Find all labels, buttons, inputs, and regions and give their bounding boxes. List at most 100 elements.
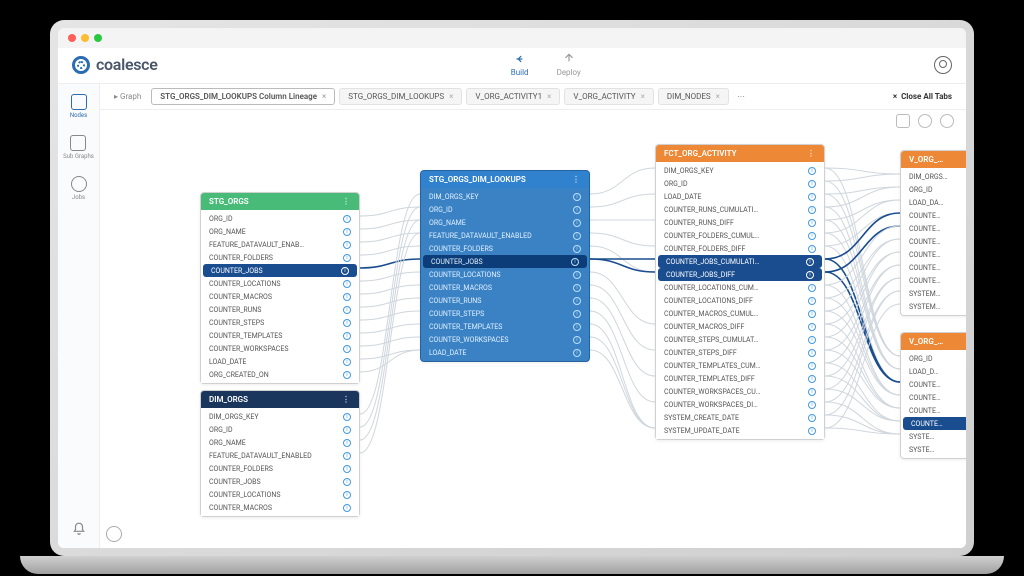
lineage-node[interactable]: V_ORG_…⋮ORG_IDiLOAD_D…iCOUNTE…iCOUNTE…iC… bbox=[900, 332, 966, 459]
tab-lookups[interactable]: STG_ORGS_DIM_LOOKUPS× bbox=[339, 88, 462, 105]
column-row[interactable]: SYSTE…i bbox=[901, 430, 966, 443]
column-row[interactable]: COUNTER_STEPSi bbox=[421, 307, 589, 320]
column-row[interactable]: COUNTE…i bbox=[901, 235, 966, 248]
column-row[interactable]: COUNTER_LOCATIONSi bbox=[201, 488, 359, 501]
column-row[interactable]: COUNTE…i bbox=[901, 248, 966, 261]
column-row[interactable]: COUNTER_MACROS_CUMUL…i bbox=[656, 307, 824, 320]
column-row[interactable]: COUNTE…i bbox=[901, 222, 966, 235]
close-dot[interactable] bbox=[68, 34, 76, 42]
column-row[interactable]: COUNTER_RUNSi bbox=[421, 294, 589, 307]
column-row[interactable]: COUNTER_JOBSi bbox=[203, 264, 357, 277]
nav-deploy[interactable]: Deploy bbox=[557, 52, 581, 77]
user-avatar[interactable] bbox=[934, 56, 952, 74]
node-header[interactable]: V_ORG_…⋮ bbox=[901, 151, 966, 168]
column-row[interactable]: DIM_ORGS_KEYi bbox=[656, 164, 824, 177]
column-row[interactable]: FEATURE_DATAVAULT_ENABLEDi bbox=[421, 229, 589, 242]
column-row[interactable]: COUNTER_STEPSi bbox=[201, 316, 359, 329]
column-row[interactable]: ORG_IDi bbox=[901, 183, 966, 196]
nav-build[interactable]: Build bbox=[511, 52, 529, 77]
column-row[interactable]: ORG_NAMEi bbox=[201, 436, 359, 449]
column-row[interactable]: COUNTER_MACROSi bbox=[421, 281, 589, 294]
close-icon[interactable]: × bbox=[641, 92, 645, 101]
sidebar-nodes[interactable]: Nodes bbox=[70, 94, 87, 119]
column-row[interactable]: COUNTER_TEMPLATESi bbox=[421, 320, 589, 333]
column-row[interactable]: ORG_NAMEi bbox=[201, 225, 359, 238]
column-row[interactable]: COUNTE…i bbox=[903, 417, 966, 430]
fullscreen-dot[interactable] bbox=[94, 34, 102, 42]
column-row[interactable]: ORG_NAMEi bbox=[421, 216, 589, 229]
close-all-tabs[interactable]: × Close All Tabs bbox=[887, 89, 958, 104]
close-icon[interactable]: × bbox=[547, 92, 551, 101]
node-header[interactable]: FCT_ORG_ACTIVITY⋮ bbox=[656, 145, 824, 162]
lineage-node[interactable]: DIM_ORGS⋮ DIM_ORGS_KEYiORG_IDiORG_NAMEiFE… bbox=[200, 390, 360, 517]
minimize-dot[interactable] bbox=[81, 34, 89, 42]
sidebar-jobs[interactable]: Jobs bbox=[71, 176, 87, 201]
column-row[interactable]: LOAD_DATEi bbox=[656, 190, 824, 203]
column-row[interactable]: COUNTER_JOBS_CUMULATI…i bbox=[658, 255, 822, 268]
column-row[interactable]: LOAD_D…i bbox=[901, 365, 966, 378]
column-row[interactable]: FEATURE_DATAVAULT_ENABLEDi bbox=[201, 449, 359, 462]
lineage-node[interactable]: STG_ORGS_DIM_LOOKUPS⋮ DIM_ORGS_KEYiORG_ID… bbox=[420, 170, 590, 362]
column-row[interactable]: LOAD_DATEi bbox=[421, 346, 589, 359]
column-row[interactable]: COUNTER_MACROS_DIFFi bbox=[656, 320, 824, 333]
window-controls[interactable] bbox=[58, 28, 966, 48]
close-icon[interactable]: × bbox=[716, 92, 720, 101]
column-row[interactable]: SYSTEM…i bbox=[901, 300, 966, 313]
column-row[interactable]: COUNTER_LOCATIONS_CUM…i bbox=[656, 281, 824, 294]
lineage-node[interactable]: FCT_ORG_ACTIVITY⋮ DIM_ORGS_KEYiORG_IDiLOA… bbox=[655, 144, 825, 440]
column-row[interactable]: COUNTER_LOCATIONSi bbox=[421, 268, 589, 281]
column-row[interactable]: COUNTE…i bbox=[901, 404, 966, 417]
brand[interactable]: coalesce bbox=[72, 55, 158, 74]
close-icon[interactable]: × bbox=[322, 92, 326, 101]
column-row[interactable]: ORG_CREATED_ONi bbox=[201, 368, 359, 381]
column-row[interactable]: COUNTER_FOLDERS_CUMUL…i bbox=[656, 229, 824, 242]
column-row[interactable]: COUNTE…i bbox=[901, 261, 966, 274]
column-row[interactable]: COUNTER_STEPS_DIFFi bbox=[656, 346, 824, 359]
tab-lineage[interactable]: STG_ORGS_DIM_LOOKUPS Column Lineage× bbox=[151, 88, 335, 105]
column-row[interactable]: COUNTER_WORKSPACES_CU…i bbox=[656, 385, 824, 398]
lineage-node[interactable]: V_ORG_…⋮DIM_ORGS…iORG_IDiLOAD_DA…iCOUNTE… bbox=[900, 150, 966, 316]
column-row[interactable]: SYSTEM_CREATE_DATEi bbox=[656, 411, 824, 424]
column-row[interactable]: COUNTER_MACROSi bbox=[201, 501, 359, 514]
column-row[interactable]: ORG_IDi bbox=[201, 212, 359, 225]
column-row[interactable]: COUNTER_STEPS_CUMULAT…i bbox=[656, 333, 824, 346]
column-row[interactable]: COUNTE…i bbox=[901, 209, 966, 222]
column-row[interactable]: COUNTER_JOBSi bbox=[201, 475, 359, 488]
column-row[interactable]: COUNTER_MACROSi bbox=[201, 290, 359, 303]
column-row[interactable]: ORG_IDi bbox=[421, 203, 589, 216]
zoom-in-button[interactable] bbox=[918, 114, 932, 128]
column-row[interactable]: COUNTER_FOLDERSi bbox=[201, 462, 359, 475]
column-row[interactable]: COUNTER_FOLDERS_DIFFi bbox=[656, 242, 824, 255]
node-header[interactable]: DIM_ORGS⋮ bbox=[201, 391, 359, 408]
column-row[interactable]: COUNTER_JOBS_DIFFi bbox=[658, 268, 822, 281]
column-row[interactable]: SYSTEM…i bbox=[901, 287, 966, 300]
column-row[interactable]: COUNTER_LOCATIONSi bbox=[201, 277, 359, 290]
column-row[interactable]: COUNTER_RUNS_DIFFi bbox=[656, 216, 824, 229]
column-row[interactable]: COUNTER_TEMPLATESi bbox=[201, 329, 359, 342]
tabs-more[interactable]: ⋯ bbox=[733, 89, 749, 104]
column-row[interactable]: DIM_ORGS_KEYi bbox=[201, 410, 359, 423]
column-row[interactable]: DIM_ORGS_KEYi bbox=[421, 190, 589, 203]
column-row[interactable]: COUNTER_WORKSPACESi bbox=[201, 342, 359, 355]
column-row[interactable]: COUNTER_FOLDERSi bbox=[201, 251, 359, 264]
column-row[interactable]: COUNTE…i bbox=[901, 378, 966, 391]
zoom-fit-button[interactable] bbox=[896, 114, 910, 128]
zoom-out-button[interactable] bbox=[940, 114, 954, 128]
column-row[interactable]: COUNTER_FOLDERSi bbox=[421, 242, 589, 255]
column-row[interactable]: COUNTER_WORKSPACES_DI…i bbox=[656, 398, 824, 411]
canvas-compass[interactable] bbox=[106, 526, 122, 542]
column-row[interactable]: ORG_IDi bbox=[201, 423, 359, 436]
sidebar-subgraphs[interactable]: Sub Graphs bbox=[63, 135, 94, 160]
column-row[interactable]: COUNTER_LOCATIONS_DIFFi bbox=[656, 294, 824, 307]
column-row[interactable]: LOAD_DATEi bbox=[201, 355, 359, 368]
column-row[interactable]: SYSTE…i bbox=[901, 443, 966, 456]
column-row[interactable]: COUNTER_JOBSi bbox=[423, 255, 587, 268]
node-header[interactable]: STG_ORGS_DIM_LOOKUPS⋮ bbox=[421, 171, 589, 188]
tab-vact[interactable]: V_ORG_ACTIVITY× bbox=[564, 88, 654, 105]
lineage-canvas[interactable]: STG_ORGS⋮ORG_IDiORG_NAMEiFEATURE_DATAVAU… bbox=[100, 132, 966, 548]
column-row[interactable]: LOAD_DA…i bbox=[901, 196, 966, 209]
tab-dimnodes[interactable]: DIM_NODES× bbox=[658, 88, 729, 105]
node-header[interactable]: STG_ORGS⋮ bbox=[201, 193, 359, 210]
column-row[interactable]: ORG_IDi bbox=[656, 177, 824, 190]
column-row[interactable]: COUNTE…i bbox=[901, 391, 966, 404]
